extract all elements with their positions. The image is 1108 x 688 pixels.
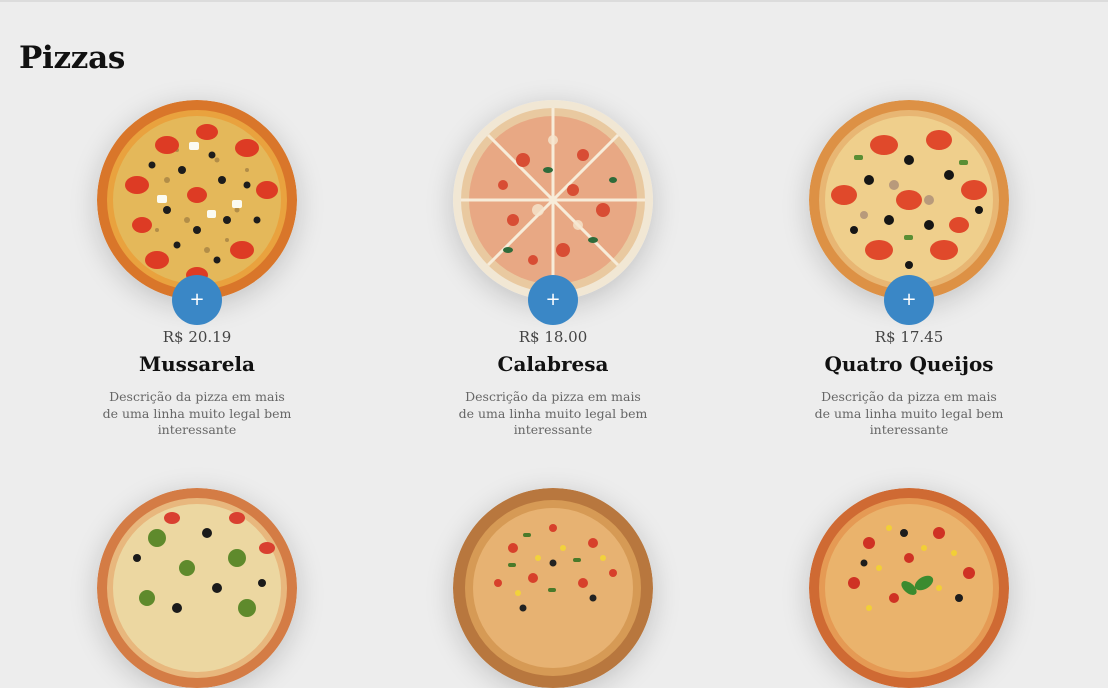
pizza-grid: + R$ 20.19 Mussarela Descrição da pizza … — [0, 0, 1108, 688]
pizza-description: Descrição da pizza em mais de uma linha … — [102, 389, 292, 437]
pizza-name: Quatro Queijos — [824, 352, 994, 376]
pizza-price: R$ 18.00 — [518, 328, 588, 346]
add-to-cart-button[interactable]: + — [528, 275, 578, 325]
pizza-name: Mussarela — [139, 352, 255, 376]
pizza-image — [809, 100, 1009, 300]
pizza-price: R$ 20.19 — [162, 328, 232, 346]
pizza-image — [809, 488, 1009, 688]
add-to-cart-button[interactable]: + — [172, 275, 222, 325]
add-to-cart-button[interactable]: + — [884, 275, 934, 325]
pizza-image — [453, 488, 653, 688]
pizza-image — [97, 100, 297, 300]
pizza-description: Descrição da pizza em mais de uma linha … — [814, 389, 1004, 437]
pizza-image — [97, 488, 297, 688]
pizza-image — [453, 100, 653, 300]
pizza-description: Descrição da pizza em mais de uma linha … — [458, 389, 648, 437]
pizza-price: R$ 17.45 — [874, 328, 944, 346]
pizza-name: Calabresa — [497, 352, 609, 376]
